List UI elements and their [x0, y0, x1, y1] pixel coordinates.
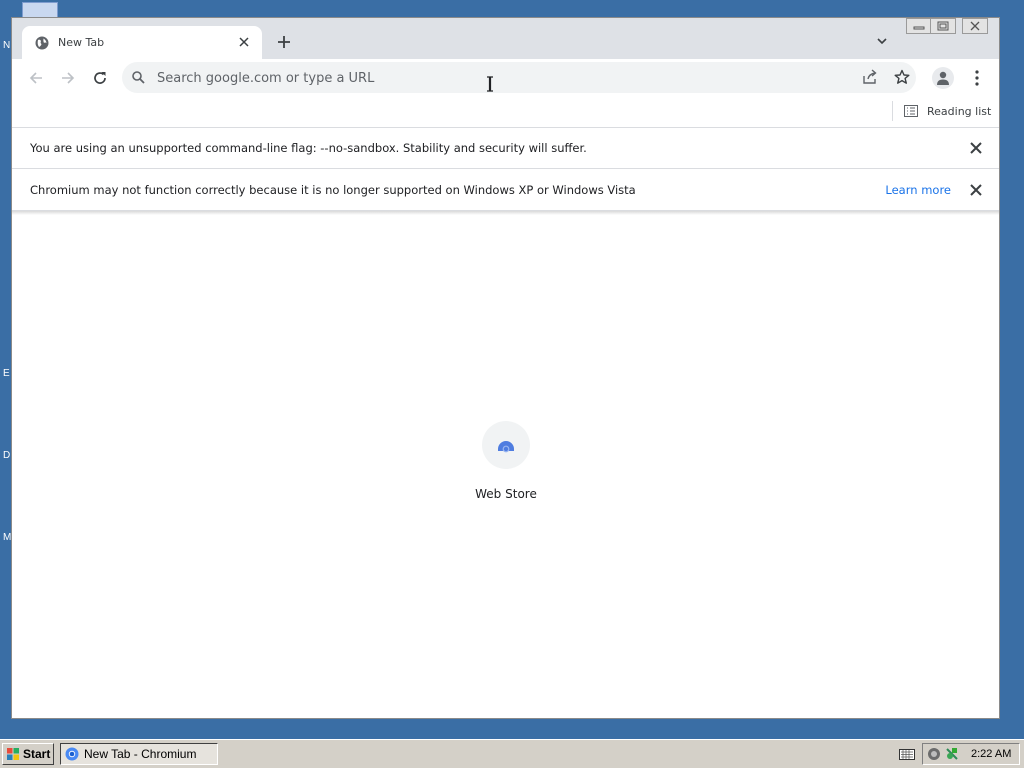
- infobar-sandbox: You are using an unsupported command-lin…: [12, 128, 999, 169]
- avatar-icon: [937, 71, 949, 85]
- bookmark-bar: Reading list: [12, 97, 999, 128]
- chromium-icon: [65, 747, 79, 761]
- start-label: Start: [23, 747, 51, 761]
- desktop-icon-label[interactable]: E: [3, 368, 10, 379]
- security-shield-icon[interactable]: [945, 747, 959, 761]
- search-icon: [132, 71, 145, 84]
- bookmark-star-icon[interactable]: [894, 69, 910, 85]
- tab-new-tab[interactable]: New Tab: [22, 26, 262, 59]
- minimize-button[interactable]: [906, 18, 932, 34]
- reload-icon: [94, 72, 106, 84]
- taskbar: Start New Tab - Chromium 2:22 AM: [0, 739, 1024, 768]
- profile-button[interactable]: [932, 67, 954, 89]
- shortcut-web-store[interactable]: Web Store: [458, 421, 554, 511]
- reading-list-icon: [904, 105, 918, 117]
- restore-icon: [937, 21, 949, 31]
- toolbar: [12, 59, 999, 97]
- tab-strip: New Tab: [12, 18, 999, 59]
- chevron-down-icon: [877, 38, 887, 45]
- new-tab-button[interactable]: [274, 32, 294, 52]
- forward-arrow-icon: [62, 72, 75, 84]
- clock: 2:22 AM: [971, 748, 1012, 760]
- reload-button[interactable]: [88, 66, 112, 90]
- address-input[interactable]: [155, 66, 839, 90]
- system-tray: 2:22 AM: [922, 743, 1020, 765]
- windows-flag-icon: [7, 748, 19, 760]
- learn-more-link[interactable]: Learn more: [885, 183, 951, 197]
- minimize-icon: [913, 26, 925, 30]
- keyboard-icon[interactable]: [899, 747, 915, 761]
- browser-window: New Tab Search google.com or type a URL …: [11, 17, 1000, 719]
- omnibox[interactable]: [122, 62, 916, 93]
- more-vert-icon: [975, 70, 979, 86]
- back-arrow-icon: [29, 72, 42, 84]
- desktop-icon-label[interactable]: N: [3, 40, 10, 51]
- close-icon: [970, 21, 980, 31]
- reading-list-label: Reading list: [927, 105, 992, 118]
- close-window-button[interactable]: [962, 18, 988, 34]
- plus-icon: [278, 36, 290, 48]
- share-icon[interactable]: [862, 69, 878, 85]
- reading-list-button[interactable]: Reading list: [902, 101, 991, 123]
- divider: [12, 211, 999, 215]
- divider: [892, 101, 893, 121]
- network-icon[interactable]: [927, 747, 941, 761]
- taskbar-chromium-button[interactable]: New Tab - Chromium: [60, 743, 218, 765]
- back-button[interactable]: [24, 66, 48, 90]
- start-button[interactable]: Start: [2, 743, 54, 765]
- web-store-icon: [482, 421, 530, 469]
- close-icon[interactable]: [969, 141, 983, 155]
- task-label: New Tab - Chromium: [84, 747, 197, 761]
- close-icon[interactable]: [969, 183, 983, 197]
- tab-search-button[interactable]: [874, 33, 890, 49]
- menu-button[interactable]: [970, 68, 984, 88]
- shortcut-label: Web Store: [475, 487, 537, 501]
- tab-title: New Tab: [58, 36, 105, 49]
- infobar-unsupported-os: Chromium may not function correctly beca…: [12, 170, 999, 211]
- text-cursor-icon: [487, 76, 493, 92]
- forward-button[interactable]: [56, 66, 80, 90]
- globe-icon: [35, 36, 49, 50]
- infobar-message: Chromium may not function correctly beca…: [30, 183, 636, 197]
- maximize-button[interactable]: [930, 18, 956, 34]
- tab-close-icon[interactable]: [235, 33, 253, 51]
- desktop-icon-label[interactable]: D: [3, 450, 10, 461]
- infobar-message: You are using an unsupported command-lin…: [30, 141, 587, 155]
